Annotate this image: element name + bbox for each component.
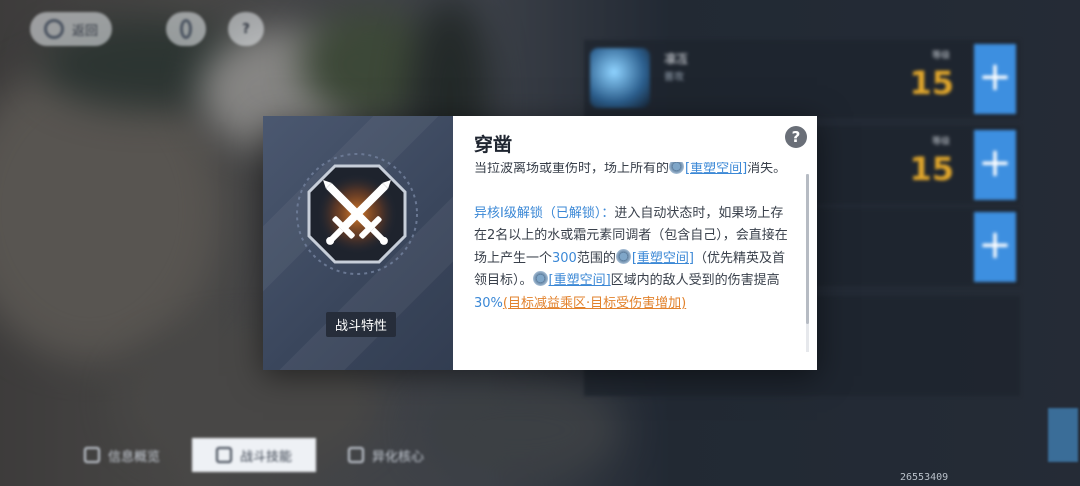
space-icon [615,248,631,264]
crossed-swords-icon [296,153,418,275]
scrollbar[interactable] [806,174,809,352]
scrollbar-thumb[interactable] [806,174,809,324]
bottom-tabs: 信息概览 战斗技能 异化核心 [60,438,448,472]
space-link[interactable]: [重塑空间] [549,273,611,288]
description-text: 区域内的敌人受到的伤害提高 [610,273,780,289]
tab-overview[interactable]: 信息概览 [60,438,184,472]
trait-modal: 战斗特性 穿凿 ? 当拉波离场或重伤时，场上所有的 [重塑空间]消失。 异核I级解… [263,116,817,370]
space-icon [669,162,685,174]
trait-description[interactable]: 当拉波离场或重伤时，场上所有的 [重塑空间]消失。 异核I级解锁（已解锁）：进入自… [474,162,796,356]
unlock-label: 异核I级解锁（已解锁）： [474,205,615,221]
upgrade-button[interactable]: + [974,130,1016,200]
description-text: 当拉波离场或重伤时，场上所有的 [474,162,670,176]
settings-button[interactable] [166,12,206,46]
skill-name: 凛冱 [664,52,689,66]
description-top-line: 当拉波离场或重伤时，场上所有的 [重塑空间]消失。 [474,162,796,181]
trait-icon-panel: 战斗特性 [263,116,453,370]
side-button[interactable] [1048,408,1078,462]
trait-title: 穿凿 [474,134,513,156]
help-button[interactable]: ? [228,12,264,46]
range-value: 300 [552,250,577,266]
back-icon [44,19,64,39]
tab-combat-skills[interactable]: 战斗技能 [192,438,317,472]
skill-row[interactable]: 凛冱 普攻 等级 15 + [584,40,1020,118]
back-label: 返回 [72,23,99,39]
tab-label: 异化核心 [372,449,425,465]
upgrade-button[interactable]: + [974,44,1016,114]
space-link[interactable]: [重塑空间] [632,251,694,266]
description-text: 消失。 [747,162,787,176]
overview-icon [84,447,100,463]
trait-category-label: 战斗特性 [326,312,397,337]
tab-core[interactable]: 异化核心 [324,438,448,472]
unlock-paragraph: 异核I级解锁（已解锁）：进入自动状态时，如果场上存在2名以上的水或霜元素同调者（… [474,203,796,316]
skill-type: 普攻 [664,72,684,83]
level-label: 等级 [931,137,950,147]
boost-value: 30% [474,295,503,311]
skill-thumbnail [590,48,650,108]
space-link[interactable]: [重塑空间] [685,162,747,176]
upgrade-button[interactable]: + [974,212,1016,282]
skill-icon [216,447,233,463]
description-text: 范围的 [576,250,616,266]
back-button[interactable]: 返回 [30,12,113,46]
tab-label: 信息概览 [108,449,161,465]
tab-label: 战斗技能 [240,449,293,465]
help-icon[interactable]: ? [785,126,807,148]
help-label: ? [242,21,250,37]
user-id: 26553409 [900,472,949,483]
space-icon [532,271,548,287]
skill-level: 15 [909,64,954,102]
trait-detail-panel: 穿凿 ? 当拉波离场或重伤时，场上所有的 [重塑空间]消失。 异核I级解锁（已解锁… [453,116,817,370]
core-icon [348,447,365,463]
gear-icon [180,19,192,39]
level-label: 等级 [931,51,950,61]
boost-note-link[interactable]: (目标减益乘区·目标受伤害增加) [503,296,686,311]
skill-level: 15 [909,150,954,188]
